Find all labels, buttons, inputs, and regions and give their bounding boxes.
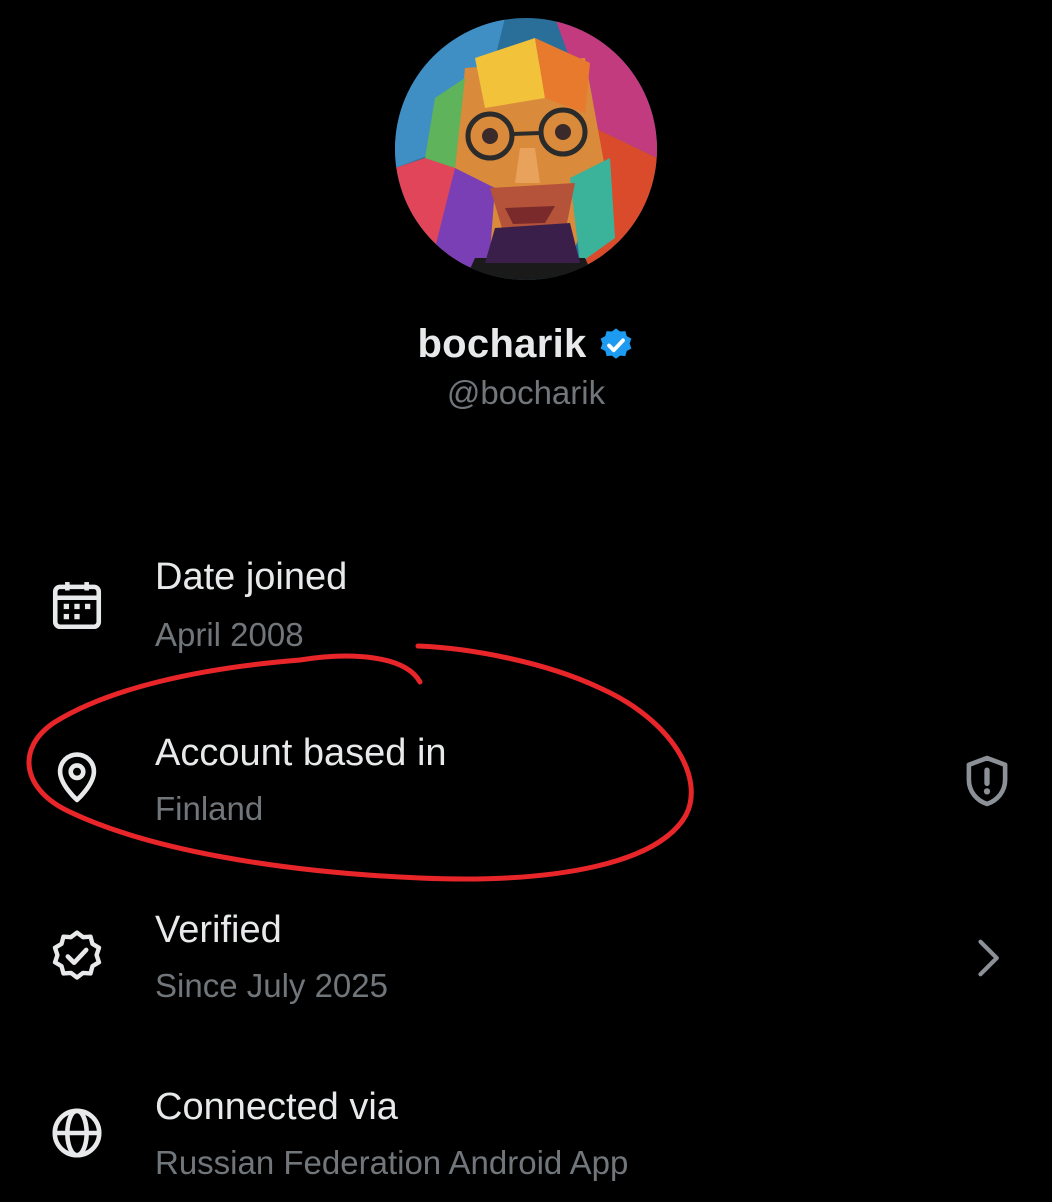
shield-alert-icon[interactable] — [952, 746, 1022, 816]
avatar-portrait-image — [395, 18, 657, 280]
row-subtitle: April 2008 — [155, 616, 304, 653]
verified-badge-icon — [600, 327, 631, 359]
row-subtitle: Since July 2025 — [155, 967, 388, 1004]
profile-handle: @bocharik — [446, 374, 606, 411]
verified-seal-icon — [46, 925, 108, 987]
row-date-joined: Date joined April 2008 — [0, 552, 1052, 672]
about-account-screen: bocharik @bocharik Date joined April 200… — [0, 0, 1052, 1200]
profile-name-row: bocharik — [0, 322, 1052, 367]
row-subtitle: Russian Federation Android App — [155, 1144, 629, 1181]
row-title: Date joined — [155, 556, 348, 598]
display-name: bocharik — [417, 322, 587, 366]
row-title: Account based in — [155, 732, 447, 774]
globe-icon — [46, 1102, 108, 1164]
row-account-based-in: Account based in Finland — [0, 728, 1052, 848]
row-title: Verified — [155, 909, 282, 951]
row-connected-via: Connected via Russian Federation Android… — [0, 1082, 1052, 1202]
avatar[interactable] — [395, 18, 657, 280]
chevron-right-icon[interactable] — [952, 923, 1022, 993]
location-pin-icon — [46, 746, 108, 808]
row-subtitle: Finland — [155, 790, 264, 827]
row-verified[interactable]: Verified Since July 2025 — [0, 905, 1052, 1025]
calendar-icon — [46, 574, 108, 636]
row-title: Connected via — [155, 1086, 398, 1128]
